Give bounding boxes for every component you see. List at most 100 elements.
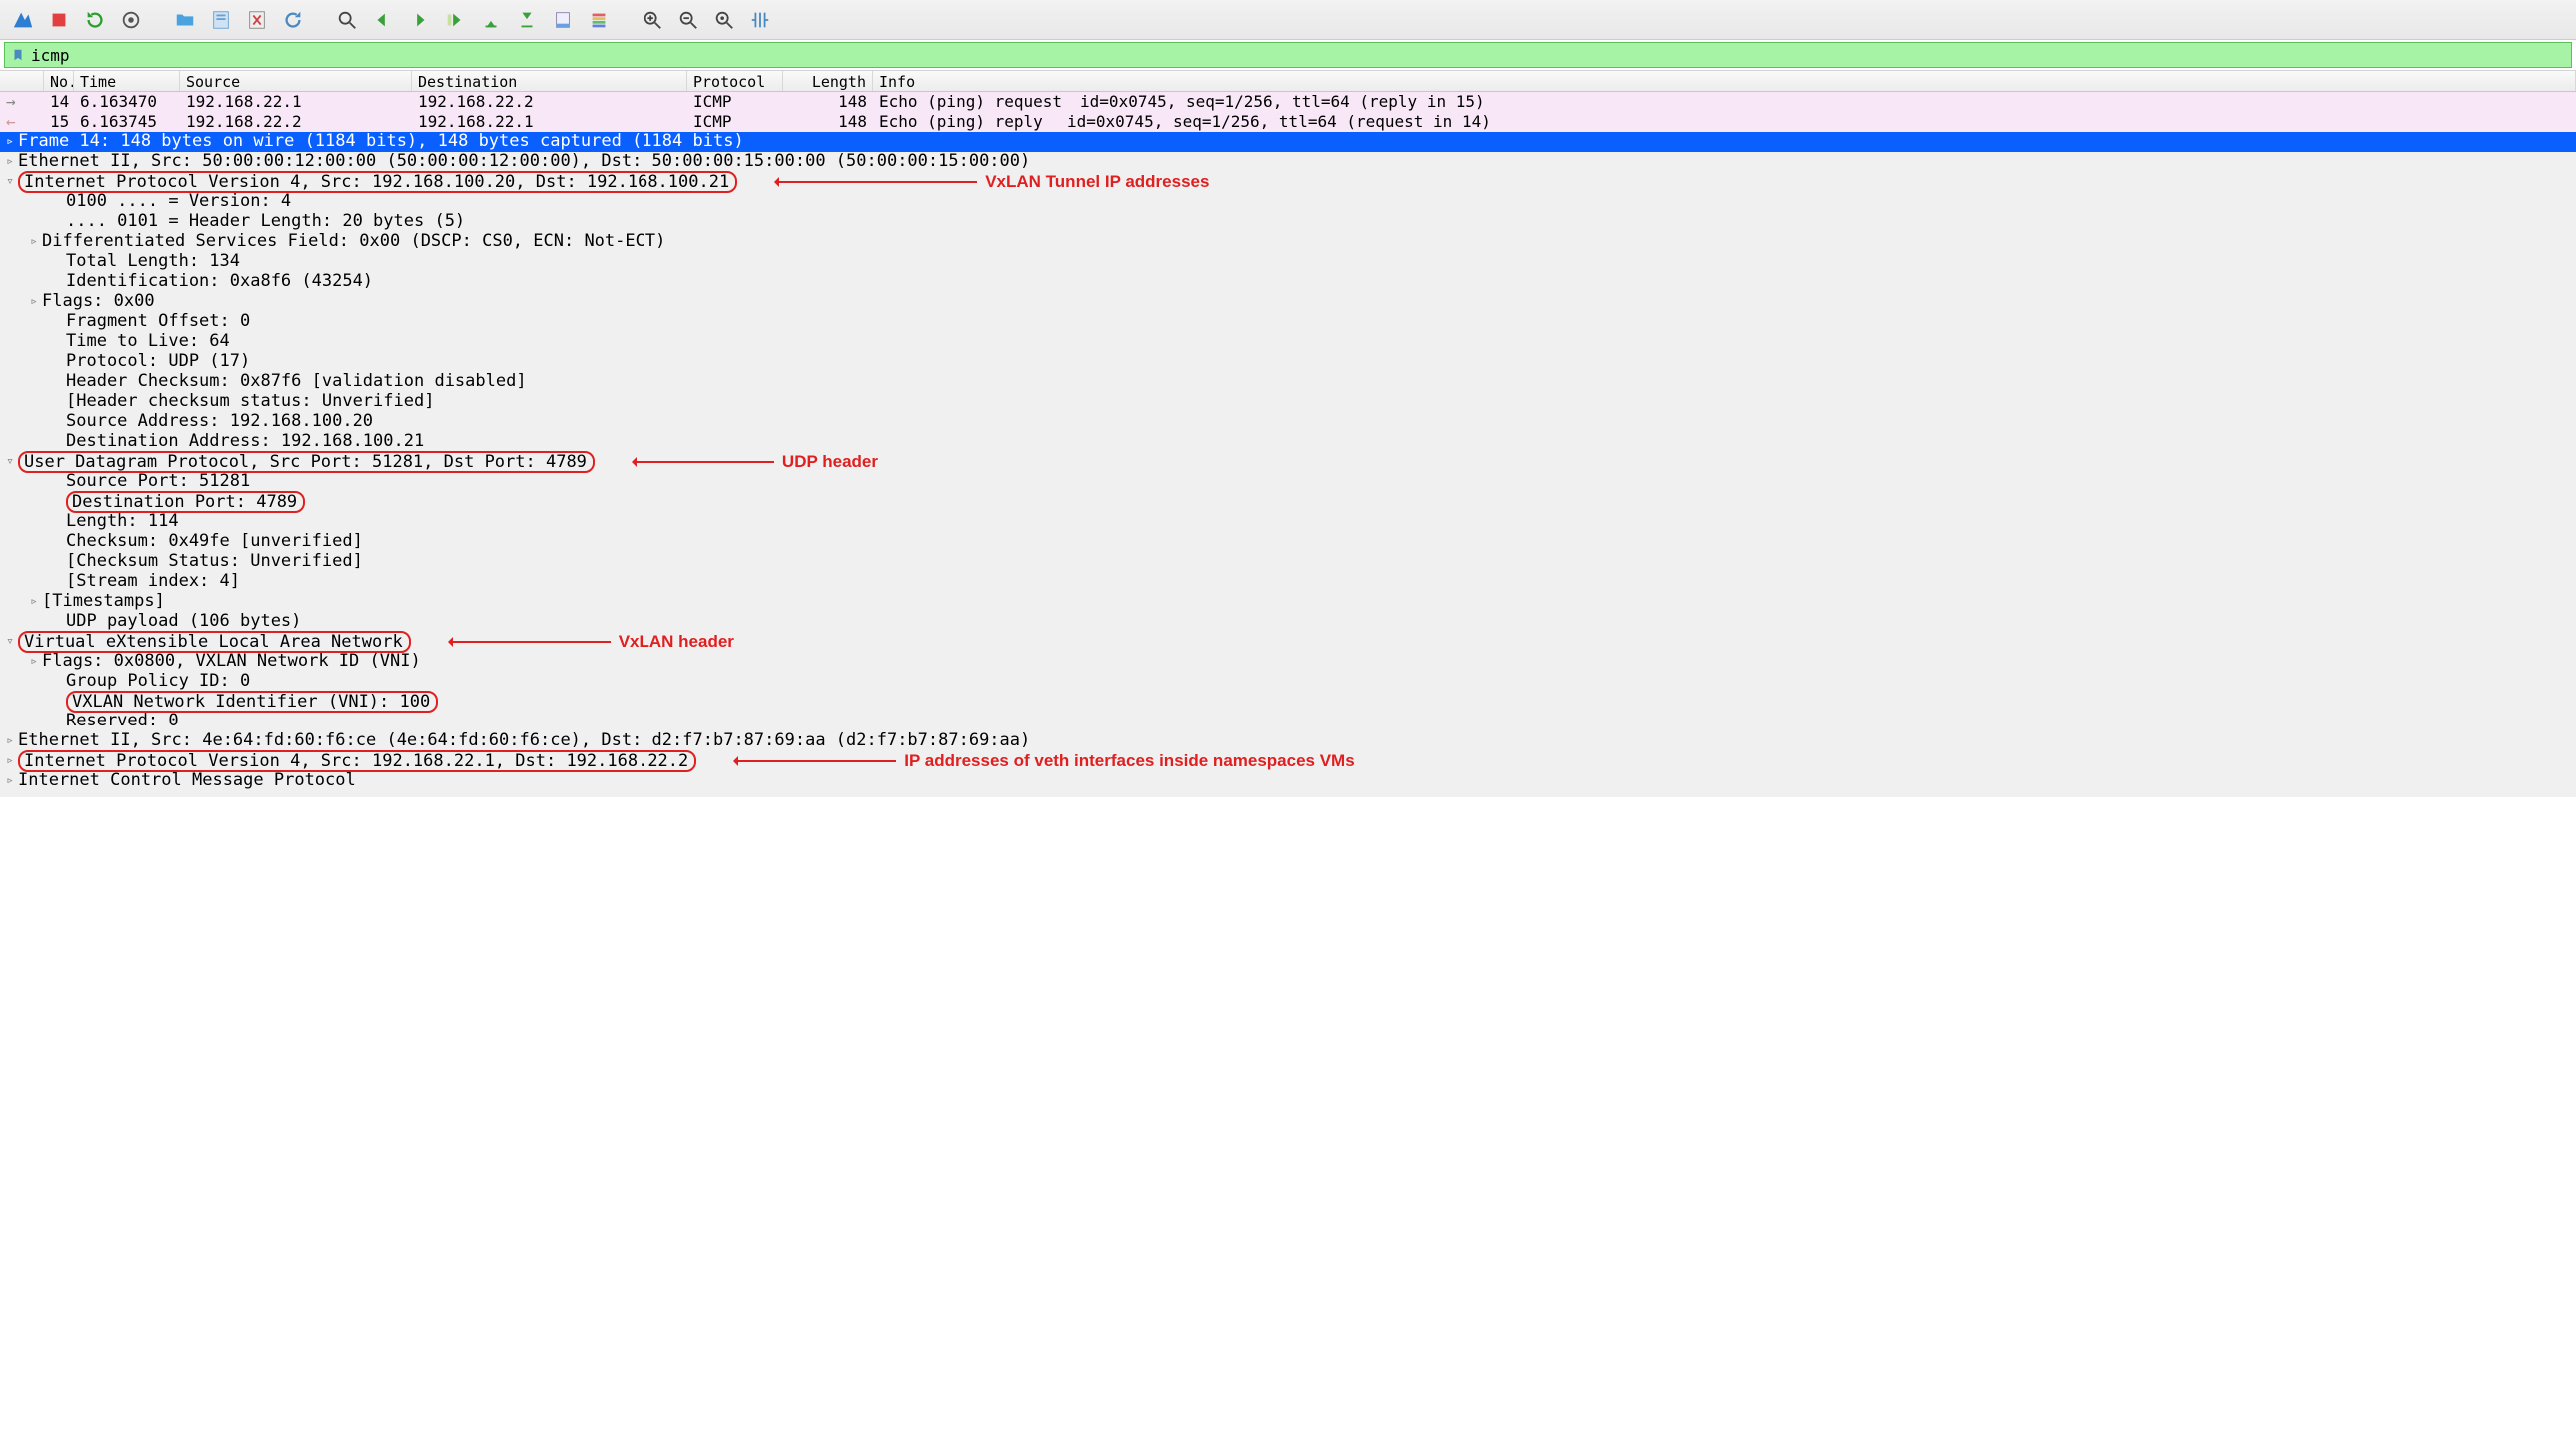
zoom-in-icon[interactable] — [638, 5, 667, 35]
save-file-icon[interactable] — [206, 5, 236, 35]
col-header-no[interactable]: No. — [44, 71, 74, 91]
chevron-right-icon[interactable] — [26, 234, 42, 250]
tree-eth-inner[interactable]: Ethernet II, Src: 4e:64:fd:60:f6:ce (4e:… — [0, 731, 2576, 751]
tree-udp[interactable]: User Datagram Protocol, Src Port: 51281,… — [0, 452, 2576, 472]
tree-item[interactable]: Checksum: 0x49fe [unverified] — [0, 532, 2576, 552]
tree-frame[interactable]: Frame 14: 148 bytes on wire (1184 bits),… — [0, 132, 2576, 152]
main-toolbar — [0, 0, 2576, 40]
capture-options-icon[interactable] — [116, 5, 146, 35]
tree-item[interactable]: Identification: 0xa8f6 (43254) — [0, 272, 2576, 292]
tree-item[interactable]: [Header checksum status: Unverified] — [0, 392, 2576, 412]
annotation: UDP header — [635, 451, 878, 472]
tree-icmp[interactable]: Internet Control Message Protocol — [0, 771, 2576, 791]
cell-time: 6.163745 — [74, 112, 180, 132]
tree-item[interactable]: UDP payload (106 bytes) — [0, 612, 2576, 632]
display-filter-bar — [4, 42, 2572, 68]
packet-row[interactable]: → 14 6.163470 192.168.22.1 192.168.22.2 … — [0, 92, 2576, 112]
tree-label: User Datagram Protocol, Src Port: 51281,… — [18, 451, 595, 473]
zoom-reset-icon[interactable] — [709, 5, 739, 35]
chevron-down-icon[interactable] — [2, 454, 18, 470]
packet-details-pane: Frame 14: 148 bytes on wire (1184 bits),… — [0, 132, 2576, 797]
cell-no: 14 — [44, 92, 74, 112]
close-file-icon[interactable] — [242, 5, 272, 35]
reload-file-icon[interactable] — [278, 5, 308, 35]
tree-label: Virtual eXtensible Local Area Network — [18, 631, 411, 653]
related-request-icon: → — [6, 92, 16, 112]
cell-proto: ICMP — [687, 112, 783, 132]
tree-item[interactable]: Reserved: 0 — [0, 712, 2576, 731]
cell-src: 192.168.22.2 — [180, 112, 412, 132]
col-header-len[interactable]: Length — [783, 71, 873, 91]
annotation: VxLAN Tunnel IP addresses — [777, 171, 1209, 192]
tree-item[interactable]: Differentiated Services Field: 0x00 (DSC… — [0, 232, 2576, 252]
display-filter-input[interactable] — [31, 43, 2571, 67]
restart-capture-icon[interactable] — [80, 5, 110, 35]
chevron-right-icon[interactable] — [2, 753, 18, 769]
resize-columns-icon[interactable] — [745, 5, 775, 35]
chevron-right-icon[interactable] — [2, 154, 18, 170]
chevron-down-icon[interactable] — [2, 174, 18, 190]
annotation: VxLAN header — [451, 631, 734, 652]
go-first-icon[interactable] — [476, 5, 506, 35]
chevron-right-icon[interactable] — [2, 733, 18, 749]
tree-item[interactable]: Fragment Offset: 0 — [0, 312, 2576, 332]
auto-scroll-icon[interactable] — [548, 5, 578, 35]
cell-len: 148 — [783, 112, 873, 132]
tree-item[interactable]: [Checksum Status: Unverified] — [0, 552, 2576, 572]
chevron-right-icon[interactable] — [26, 594, 42, 610]
tree-label: Internet Protocol Version 4, Src: 192.16… — [18, 171, 737, 193]
tree-item[interactable]: Source Port: 51281 — [0, 472, 2576, 492]
tree-label: Internet Control Message Protocol — [18, 770, 356, 791]
tree-item[interactable]: Flags: 0x0800, VXLAN Network ID (VNI) — [0, 652, 2576, 672]
open-file-icon[interactable] — [170, 5, 200, 35]
zoom-out-icon[interactable] — [673, 5, 703, 35]
tree-eth-outer[interactable]: Ethernet II, Src: 50:00:00:12:00:00 (50:… — [0, 152, 2576, 172]
go-forward-icon[interactable] — [404, 5, 434, 35]
tree-item[interactable]: Flags: 0x00 — [0, 292, 2576, 312]
colorize-icon[interactable] — [584, 5, 614, 35]
tree-item[interactable]: [Stream index: 4] — [0, 572, 2576, 592]
tree-item[interactable]: Protocol: UDP (17) — [0, 352, 2576, 372]
stop-capture-icon[interactable] — [44, 5, 74, 35]
chevron-right-icon[interactable] — [26, 654, 42, 670]
cell-dst: 192.168.22.2 — [412, 92, 687, 112]
go-last-icon[interactable] — [512, 5, 542, 35]
tree-ip-outer[interactable]: Internet Protocol Version 4, Src: 192.16… — [0, 172, 2576, 192]
chevron-right-icon[interactable] — [26, 294, 42, 310]
col-header-proto[interactable]: Protocol — [687, 71, 783, 91]
find-packet-icon[interactable] — [332, 5, 362, 35]
tree-item[interactable]: VXLAN Network Identifier (VNI): 100 — [0, 692, 2576, 712]
packet-list-header: No. Time Source Destination Protocol Len… — [0, 70, 2576, 92]
tree-item[interactable]: Length: 114 — [0, 512, 2576, 532]
tree-label: Ethernet II, Src: 50:00:00:12:00:00 (50:… — [18, 151, 1030, 172]
tree-item[interactable]: [Timestamps] — [0, 592, 2576, 612]
chevron-right-icon[interactable] — [2, 773, 18, 789]
tree-item[interactable]: Group Policy ID: 0 — [0, 672, 2576, 692]
tree-item[interactable]: 0100 .... = Version: 4 — [0, 192, 2576, 212]
cell-dst: 192.168.22.1 — [412, 112, 687, 132]
tree-vxlan[interactable]: Virtual eXtensible Local Area Network Vx… — [0, 632, 2576, 652]
tree-item[interactable]: Time to Live: 64 — [0, 332, 2576, 352]
go-back-icon[interactable] — [368, 5, 398, 35]
tree-item[interactable]: .... 0101 = Header Length: 20 bytes (5) — [0, 212, 2576, 232]
go-to-packet-icon[interactable] — [440, 5, 470, 35]
col-header-dst[interactable]: Destination — [412, 71, 687, 91]
tree-item[interactable]: Total Length: 134 — [0, 252, 2576, 272]
annotation: IP addresses of veth interfaces inside n… — [736, 750, 1354, 771]
packet-row[interactable]: ← 15 6.163745 192.168.22.2 192.168.22.1 … — [0, 112, 2576, 132]
col-header-info[interactable]: Info — [873, 71, 2576, 91]
col-header-src[interactable]: Source — [180, 71, 412, 91]
cell-info: Echo (ping) reply id=0x0745, seq=1/256, … — [873, 112, 2576, 132]
cell-len: 148 — [783, 92, 873, 112]
tree-item[interactable]: Source Address: 192.168.100.20 — [0, 412, 2576, 432]
bookmark-icon[interactable] — [9, 46, 27, 64]
tree-item[interactable]: Destination Port: 4789 — [0, 492, 2576, 512]
chevron-right-icon[interactable] — [2, 134, 18, 150]
col-header-time[interactable]: Time — [74, 71, 180, 91]
tree-item[interactable]: Header Checksum: 0x87f6 [validation disa… — [0, 372, 2576, 392]
cell-no: 15 — [44, 112, 74, 132]
tree-ip-inner[interactable]: Internet Protocol Version 4, Src: 192.16… — [0, 751, 2576, 771]
tree-label: Internet Protocol Version 4, Src: 192.16… — [18, 750, 696, 772]
chevron-down-icon[interactable] — [2, 634, 18, 650]
tree-item[interactable]: Destination Address: 192.168.100.21 — [0, 432, 2576, 452]
